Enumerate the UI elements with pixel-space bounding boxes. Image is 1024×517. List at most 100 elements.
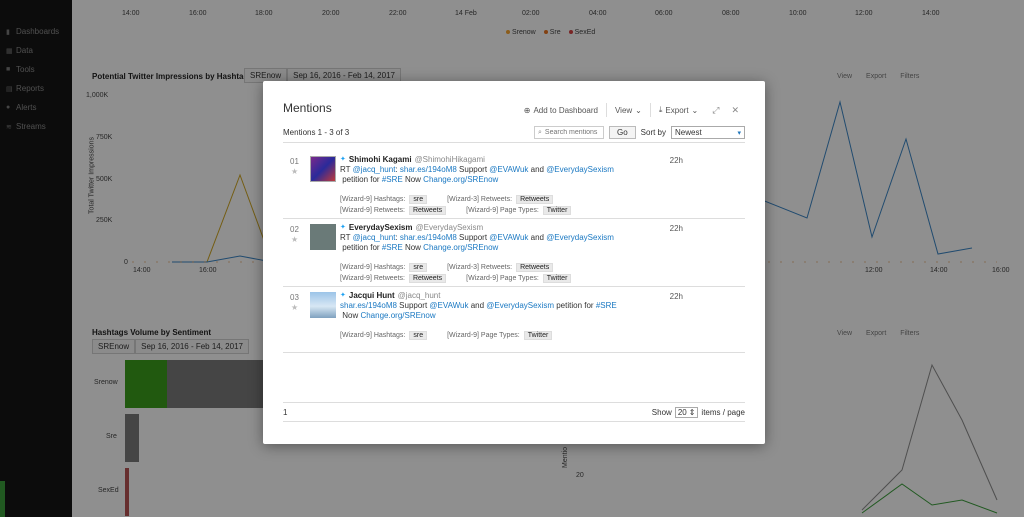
mention-text-segment: Support [396,301,430,310]
twitter-icon: ✦ [340,224,346,231]
mention-link[interactable]: @jacq_hunt [353,233,396,242]
per-page-select[interactable]: 20 ⇕ [674,406,699,418]
meta-tag[interactable]: Retweets [516,263,554,272]
mention-meta-row: [Wizard-9] Retweets: Retweets [Wizard-9] P… [340,206,572,215]
pagination-bar: 1 Show 20 ⇕ items / page [283,402,745,422]
avatar[interactable] [310,224,336,250]
sort-value: Newest [675,128,702,137]
meta-label: [Wizard-9] Page Types: [466,207,539,214]
meta-label: [Wizard-3] Retweets: [447,264,513,271]
mention-time: 22h [669,292,683,301]
meta-label: [Wizard-3] Retweets: [447,196,513,203]
meta-label: [Wizard-9] Page Types: [447,332,520,339]
download-icon: ⤓ [658,105,663,114]
mention-text: RT @jacq_hunt: shar.es/194oM8 Support @E… [340,233,660,253]
mention-text-segment: and [468,301,487,310]
mention-item: 03 ★ ✦ Jacqui Hunt @jacq_hunt shar.es/194oM8 … [283,287,745,353]
mention-time: 22h [669,224,683,233]
mention-link[interactable]: #SRE [382,175,403,184]
star-icon[interactable]: ★ [291,235,298,244]
search-input[interactable] [544,129,601,136]
show-label: Show [651,407,672,417]
mention-item: 02 ★ ✦ EverydaySexism @EverydaySexism RT @jac… [283,219,745,287]
expand-icon[interactable]: ⤢ [706,105,725,116]
author-handle[interactable]: @EverydaySexism [415,223,483,233]
chevron-down-icon: ▾ [737,129,741,137]
meta-tag[interactable]: sre [409,195,428,204]
dialog-title: Mentions [283,101,332,115]
author-name[interactable]: Shimohi Kagami [349,155,412,165]
mention-link[interactable]: shar.es/194oM8 [400,233,457,242]
avatar[interactable] [310,292,336,318]
mentions-dialog: Mentions ⊕ Add to Dashboard View ⌄ ⤓ Exp… [263,81,765,444]
mention-link[interactable]: Change.org/SREnow [360,311,435,320]
mention-text-segment: petition for [554,301,596,310]
meta-tag[interactable]: Twitter [542,274,572,283]
meta-label: [Wizard-9] Retweets: [340,275,405,282]
author-handle[interactable]: @ShimohiHikagami [415,155,485,165]
author-name[interactable]: Jacqui Hunt [349,291,395,301]
meta-label: [Wizard-9] Hashtags: [340,332,406,339]
mention-link[interactable]: #SRE [382,243,403,252]
mention-link[interactable]: Change.org/SREnow [423,243,498,252]
mention-item: 01 ★ ✦ Shimohi Kagami @ShimohiHikagami RT @ja… [283,151,745,219]
mention-link[interactable]: Change.org/SREnow [423,175,498,184]
add-to-dashboard-button[interactable]: ⊕ Add to Dashboard [516,106,606,115]
close-icon[interactable]: ✕ [725,105,745,116]
go-button[interactable]: Go [608,126,636,139]
sort-select[interactable]: Newest ▾ [671,126,745,139]
mentions-count: Mentions 1 - 3 of 3 [283,128,350,137]
meta-tag[interactable]: Twitter [523,331,553,340]
avatar[interactable] [310,156,336,182]
mention-meta-row: [Wizard-9] Hashtags: sre [Wizard-3] Retwee… [340,263,554,272]
meta-tag[interactable]: Retweets [408,206,447,215]
view-menu-button[interactable]: View ⌄ [607,106,650,115]
meta-label: [Wizard-9] Page Types: [466,275,539,282]
mention-text-segment: and [528,233,547,242]
mention-text-segment: Now [402,243,424,252]
mention-link[interactable]: @EVAWuk [489,165,528,174]
mention-link[interactable]: @EVAWuk [489,233,528,242]
meta-label: [Wizard-9] Hashtags: [340,196,406,203]
mention-body: ✦ Jacqui Hunt @jacq_hunt shar.es/194oM8 Sup… [340,291,660,321]
page-number[interactable]: 1 [283,408,287,417]
meta-tag[interactable]: Retweets [408,274,447,283]
mention-text-segment: Now [340,311,361,320]
twitter-icon: ✦ [340,156,346,163]
meta-label: [Wizard-9] Retweets: [340,207,405,214]
star-icon[interactable]: ★ [291,303,298,312]
mention-text-segment: petition for [340,243,382,252]
per-page-value: 20 [677,407,687,417]
view-label: View [614,105,633,115]
chevron-down-icon: ⌄ [691,105,699,115]
mention-link[interactable]: @EverydaySexism [546,233,614,242]
search-icon: ⌕ [537,128,542,136]
mention-body: ✦ Shimohi Kagami @ShimohiHikagami RT @jacq_… [340,155,660,185]
items-per-page-label: items / page [701,407,745,417]
mention-link[interactable]: @EVAWuk [429,301,468,310]
add-to-dashboard-label: Add to Dashboard [533,105,598,115]
stepper-icon: ⇕ [688,407,696,417]
meta-tag[interactable]: Twitter [542,206,572,215]
mention-link[interactable]: shar.es/194oM8 [400,165,457,174]
export-menu-button[interactable]: ⤓ Export ⌄ [651,105,706,115]
meta-tag[interactable]: sre [409,263,428,272]
mention-link[interactable]: #SRE [596,301,617,310]
mention-time: 22h [669,156,683,165]
search-box: ⌕ [533,126,604,139]
meta-tag[interactable]: sre [409,331,428,340]
mention-link[interactable]: shar.es/194oM8 [340,301,397,310]
star-icon[interactable]: ★ [291,167,298,176]
mention-text-segment: RT [340,165,353,174]
mention-link[interactable]: @jacq_hunt [353,165,396,174]
plus-circle-icon: ⊕ [523,105,531,115]
mention-index: 01 [290,157,299,166]
mention-text-segment: RT [340,233,353,242]
author-handle[interactable]: @jacq_hunt [398,291,441,301]
mentions-toolbar: Mentions 1 - 3 of 3 ⌕ Go Sort by Newest … [283,123,745,143]
meta-tag[interactable]: Retweets [516,195,554,204]
mention-link[interactable]: @EverydaySexism [486,301,554,310]
mention-link[interactable]: @EverydaySexism [546,165,614,174]
mention-meta-row: [Wizard-9] Retweets: Retweets [Wizard-9] P… [340,274,572,283]
author-name[interactable]: EverydaySexism [349,223,413,233]
